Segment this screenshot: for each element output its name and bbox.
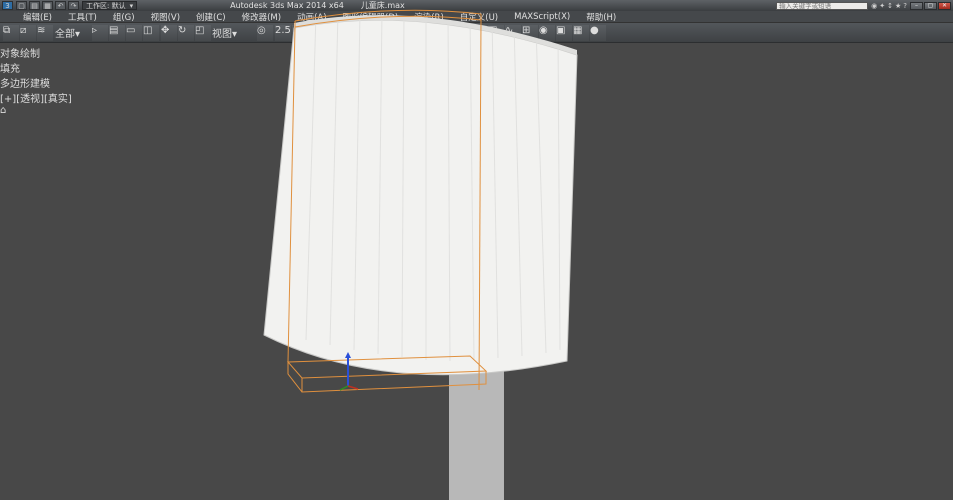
help-icon[interactable]: ? bbox=[903, 2, 907, 10]
perspective-viewport[interactable]: [+][透视][真实] ⌂ 08 - Default ✕ ✔ 自动 更新 bbox=[0, 90, 953, 500]
wall-object[interactable] bbox=[264, 20, 577, 375]
maximize-button[interactable]: ▢ bbox=[924, 2, 937, 10]
key-icon[interactable]: ✦ bbox=[879, 2, 885, 10]
window-controls: –▢✕ bbox=[910, 2, 951, 10]
close-button[interactable]: ✕ bbox=[938, 2, 951, 10]
scene-geometry bbox=[0, 0, 847, 395]
minimize-button[interactable]: – bbox=[910, 2, 923, 10]
infocenter-icons: ◉✦↕★? bbox=[871, 2, 907, 10]
application-window: 3 ▢▤▦↶↷ 工作区: 默认▾ Autodesk 3ds Max 2014 x… bbox=[0, 0, 953, 500]
arrows-icon[interactable]: ↕ bbox=[887, 2, 893, 10]
favorites-star-icon[interactable]: ★ bbox=[895, 2, 901, 10]
search-scope-icon[interactable]: ◉ bbox=[871, 2, 877, 10]
